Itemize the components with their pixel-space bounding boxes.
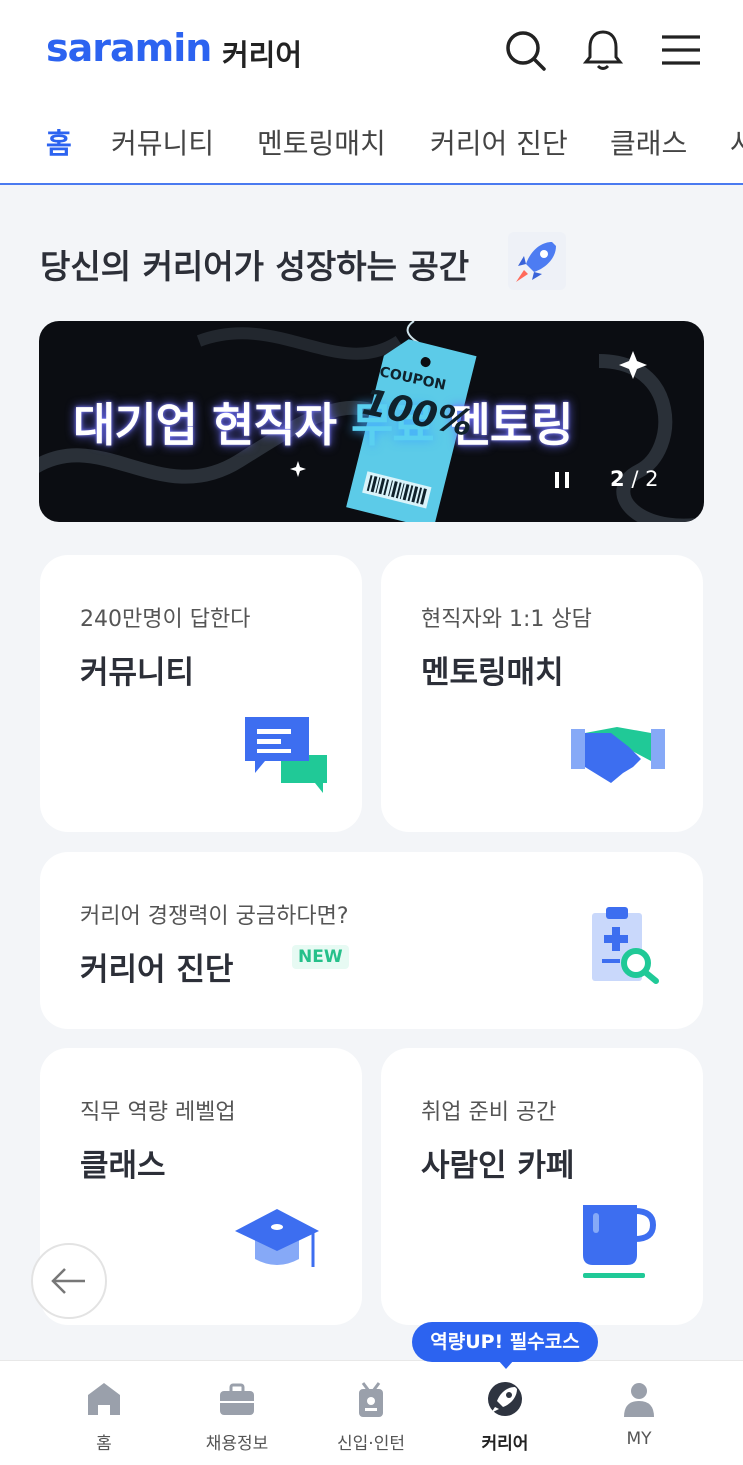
card-subtitle: 직무 역량 레벨업 [80,1100,236,1125]
mentoring-card[interactable]: 현직자와 1:1 상담 멘토링매치 [381,555,703,832]
bottom-nav: 홈 채용정보 신입·인턴 커리어 MY [0,1360,743,1465]
card-subtitle: 커리어 경쟁력이 궁금하다면? [80,904,349,929]
card-subtitle: 현직자와 1:1 상담 [421,607,592,632]
handshake-icon [571,727,665,783]
community-card[interactable]: 240만명이 답한다 커뮤니티 [40,555,362,832]
banner-pager: 2 / 2 [610,467,659,491]
card-title: 클래스 [80,1148,166,1184]
new-badge: NEW [292,945,349,969]
home-icon [88,1383,120,1415]
bell-icon[interactable] [581,28,625,72]
tab-class[interactable]: 클래스 [610,122,687,162]
card-title: 사람인 카페 [421,1148,575,1184]
tab-career-diagnosis[interactable]: 커리어 진단 [430,122,568,162]
arrow-left-icon [51,1268,85,1294]
badge-icon [359,1382,383,1417]
tab-cafe[interactable]: 사 [730,122,743,162]
tab-bar: 홈 커뮤니티 멘토링매치 커리어 진단 클래스 사 [0,100,743,185]
nav-intern[interactable]: 신입·인턴 [301,1361,441,1465]
cafe-card[interactable]: 취업 준비 공간 사람인 카페 [381,1048,703,1325]
back-button[interactable] [31,1243,107,1319]
clipboard-search-icon [592,907,659,984]
nav-label: 커리어 [481,1434,529,1454]
rocket-icon [488,1382,522,1416]
tab-home[interactable]: 홈 [46,122,72,162]
card-title: 커뮤니티 [80,655,195,691]
pause-icon[interactable] [551,469,573,491]
nav-jobs[interactable]: 채용정보 [167,1361,307,1465]
tab-community[interactable]: 커뮤니티 [111,122,214,162]
nav-career[interactable]: 커리어 [435,1361,575,1465]
person-icon [624,1383,654,1417]
nav-label: 신입·인턴 [337,1434,405,1454]
career-tooltip: 역량UP! 필수코스 [412,1322,598,1362]
banner-headline: 대기업 현직자 무료 멘토링 [73,398,574,452]
tooltip-arrow [498,1360,514,1369]
page-title: 당신의 커리어가 성장하는 공간 [40,247,470,286]
briefcase-icon [220,1383,254,1415]
coffee-cup-icon [583,1205,657,1278]
nav-my[interactable]: MY [569,1361,709,1465]
nav-home[interactable]: 홈 [34,1361,174,1465]
card-title: 커리어 진단 [80,952,234,988]
card-subtitle: 취업 준비 공간 [421,1100,557,1125]
tab-mentoring-match[interactable]: 멘토링매치 [257,122,386,162]
menu-icon[interactable] [659,28,703,72]
nav-label: 홈 [96,1434,112,1454]
saramin-logo[interactable]: saramin [46,26,212,70]
card-title: 멘토링매치 [421,655,564,691]
card-subtitle: 240만명이 답한다 [80,607,251,632]
nav-label: MY [626,1429,652,1449]
graduation-cap-icon [235,1209,319,1267]
rocket-icon [508,232,566,290]
promo-banner[interactable]: 대기업 현직자 무료 멘토링 COUPON 100% 2 / 2 [39,321,704,522]
chat-bubbles-icon [245,717,327,793]
search-icon[interactable] [503,28,547,72]
nav-label: 채용정보 [205,1434,269,1454]
app-header: saramin 커리어 [0,0,743,100]
logo-career-label[interactable]: 커리어 [222,32,302,74]
career-diagnosis-card[interactable]: 커리어 경쟁력이 궁금하다면? 커리어 진단 NEW [40,852,703,1029]
